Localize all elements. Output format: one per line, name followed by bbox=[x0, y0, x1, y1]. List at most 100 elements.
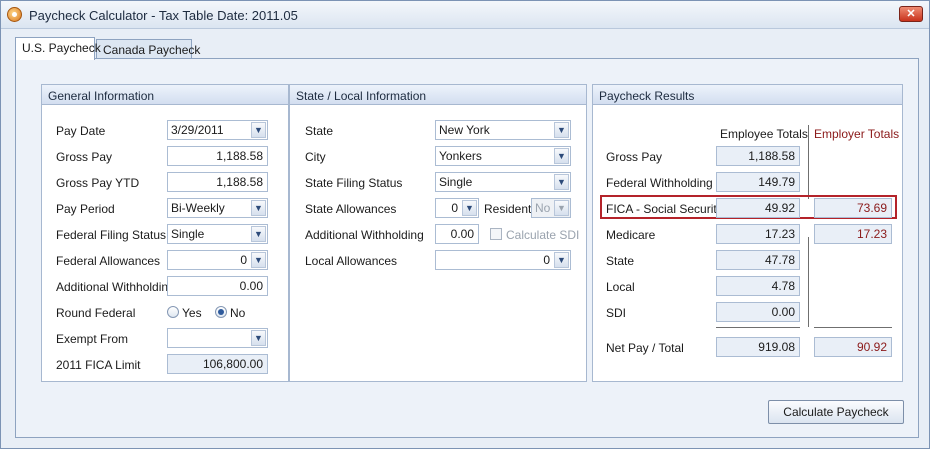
local-allowances-select[interactable]: 0 ▼ bbox=[435, 250, 571, 270]
local-allowances-value: 0 bbox=[543, 253, 550, 267]
result-employee-sdi: 0.00 bbox=[716, 302, 800, 322]
result-label-sdi: SDI bbox=[606, 306, 627, 320]
chevron-down-icon[interactable]: ▼ bbox=[251, 252, 266, 268]
gross-pay-ytd-input[interactable]: 1,188.58 bbox=[167, 172, 268, 192]
window-title: Paycheck Calculator - Tax Table Date: 20… bbox=[29, 8, 298, 23]
pay-date-value: 3/29/2011 bbox=[171, 123, 224, 137]
resident-label: Resident bbox=[484, 202, 532, 216]
result-employee-fica-social-security: 49.92 bbox=[716, 198, 800, 218]
employer-total-divider bbox=[814, 327, 892, 328]
state-allowances-select[interactable]: 0 ▼ bbox=[435, 198, 479, 218]
employer-column-divider-bottom bbox=[808, 237, 809, 327]
resident-select[interactable]: No ▼ bbox=[531, 198, 571, 218]
us-paycheck-panel: General Information Pay Date 3/29/2011 ▼… bbox=[15, 58, 919, 438]
result-employee-medicare: 17.23 bbox=[716, 224, 800, 244]
result-label-gross-pay: Gross Pay bbox=[606, 150, 663, 164]
round-federal-yes-radio[interactable] bbox=[167, 306, 179, 318]
tab-canada-paycheck[interactable]: Canada Paycheck bbox=[96, 39, 200, 59]
result-label-local: Local bbox=[606, 280, 635, 294]
pay-date-picker[interactable]: 3/29/2011 ▼ bbox=[167, 120, 268, 140]
city-select[interactable]: Yonkers ▼ bbox=[435, 146, 571, 166]
result-employee-federal-withholding: 149.79 bbox=[716, 172, 800, 192]
additional-withholding-input[interactable]: 0.00 bbox=[167, 276, 268, 296]
chevron-down-icon[interactable]: ▼ bbox=[251, 330, 266, 346]
general-information-header: General Information bbox=[42, 85, 288, 105]
state-value: New York bbox=[439, 123, 490, 137]
result-label-medicare: Medicare bbox=[606, 228, 656, 242]
chevron-down-icon[interactable]: ▼ bbox=[251, 122, 266, 138]
exempt-from-label: Exempt From bbox=[56, 332, 129, 346]
round-federal-no-label: No bbox=[230, 306, 246, 320]
state-additional-withholding-input[interactable]: 0.00 bbox=[435, 224, 479, 244]
result-employee-local: 4.78 bbox=[716, 276, 800, 296]
pay-period-select[interactable]: Bi-Weekly ▼ bbox=[167, 198, 268, 218]
result-label-state: State bbox=[606, 254, 635, 268]
tab-us-paycheck[interactable]: U.S. Paycheck bbox=[15, 37, 101, 60]
state-filing-status-label: State Filing Status bbox=[305, 176, 403, 190]
title-bar[interactable]: Paycheck Calculator - Tax Table Date: 20… bbox=[1, 1, 929, 29]
paycheck-calculator-window: Paycheck Calculator - Tax Table Date: 20… bbox=[0, 0, 930, 449]
fica-limit-label: 2011 FICA Limit bbox=[56, 358, 141, 372]
result-label-federal-withholding: Federal Withholding bbox=[606, 176, 713, 190]
state-additional-withholding-label: Additional Withholding bbox=[305, 228, 424, 242]
state-select[interactable]: New York ▼ bbox=[435, 120, 571, 140]
pay-date-label: Pay Date bbox=[56, 124, 106, 138]
chevron-down-icon[interactable]: ▼ bbox=[554, 148, 569, 164]
general-information-group: General Information Pay Date 3/29/2011 ▼… bbox=[41, 84, 289, 382]
state-filing-status-select[interactable]: Single ▼ bbox=[435, 172, 571, 192]
chevron-down-icon[interactable]: ▼ bbox=[554, 174, 569, 190]
employee-totals-header: Employee Totals bbox=[720, 127, 808, 141]
result-employee-state: 47.78 bbox=[716, 250, 800, 270]
result-label-net-pay-total: Net Pay / Total bbox=[606, 341, 684, 355]
round-federal-yes-label: Yes bbox=[182, 306, 202, 320]
result-employee-net-pay: 919.08 bbox=[716, 337, 800, 357]
additional-withholding-label: Additional Withholding bbox=[56, 280, 175, 294]
federal-filing-status-select[interactable]: Single ▼ bbox=[167, 224, 268, 244]
federal-allowances-label: Federal Allowances bbox=[56, 254, 161, 268]
pay-period-value: Bi-Weekly bbox=[171, 201, 225, 215]
pay-period-label: Pay Period bbox=[56, 202, 115, 216]
result-employer-total: 90.92 bbox=[814, 337, 892, 357]
local-allowances-label: Local Allowances bbox=[305, 254, 398, 268]
calculate-paycheck-button[interactable]: Calculate Paycheck bbox=[768, 400, 904, 424]
federal-allowances-select[interactable]: 0 ▼ bbox=[167, 250, 268, 270]
paycheck-results-group: Paycheck Results Employee Totals Employe… bbox=[592, 84, 903, 382]
chevron-down-icon[interactable]: ▼ bbox=[462, 200, 477, 216]
calculate-sdi-checkbox[interactable] bbox=[490, 228, 502, 240]
state-allowances-value: 0 bbox=[451, 201, 458, 215]
city-label: City bbox=[305, 150, 326, 164]
result-employer-fica-social-security: 73.69 bbox=[814, 198, 892, 218]
chevron-down-icon[interactable]: ▼ bbox=[251, 200, 266, 216]
employer-totals-header: Employer Totals bbox=[814, 127, 900, 141]
employer-column-divider-top bbox=[808, 125, 809, 199]
chevron-down-icon[interactable]: ▼ bbox=[251, 226, 266, 242]
federal-allowances-value: 0 bbox=[240, 253, 247, 267]
app-icon bbox=[7, 7, 22, 22]
chevron-down-icon[interactable]: ▼ bbox=[554, 122, 569, 138]
calculate-sdi-label: Calculate SDI bbox=[506, 228, 580, 242]
close-button[interactable]: ✕ bbox=[899, 6, 923, 22]
result-employee-gross-pay: 1,188.58 bbox=[716, 146, 800, 166]
city-value: Yonkers bbox=[439, 149, 482, 163]
gross-pay-ytd-label: Gross Pay YTD bbox=[56, 176, 140, 190]
chevron-down-icon[interactable]: ▼ bbox=[554, 252, 569, 268]
state-allowances-label: State Allowances bbox=[305, 202, 397, 216]
gross-pay-label: Gross Pay bbox=[56, 150, 113, 164]
federal-filing-status-value: Single bbox=[171, 227, 205, 241]
state-filing-status-value: Single bbox=[439, 175, 473, 189]
fica-limit-value: 106,800.00 bbox=[167, 354, 268, 374]
round-federal-no-radio[interactable] bbox=[215, 306, 227, 318]
round-federal-label: Round Federal bbox=[56, 306, 136, 320]
exempt-from-select[interactable]: ▼ bbox=[167, 328, 268, 348]
resident-value: No bbox=[535, 201, 551, 215]
gross-pay-input[interactable]: 1,188.58 bbox=[167, 146, 268, 166]
state-local-information-header: State / Local Information bbox=[290, 85, 586, 105]
state-label: State bbox=[305, 124, 334, 138]
result-employer-medicare: 17.23 bbox=[814, 224, 892, 244]
result-label-fica-social-security: FICA - Social Security bbox=[606, 202, 723, 216]
chevron-down-icon[interactable]: ▼ bbox=[554, 200, 569, 216]
paycheck-results-header: Paycheck Results bbox=[593, 85, 902, 105]
state-local-information-group: State / Local Information State New York… bbox=[289, 84, 587, 382]
federal-filing-status-label: Federal Filing Status bbox=[56, 228, 167, 242]
employee-total-divider bbox=[716, 327, 800, 328]
